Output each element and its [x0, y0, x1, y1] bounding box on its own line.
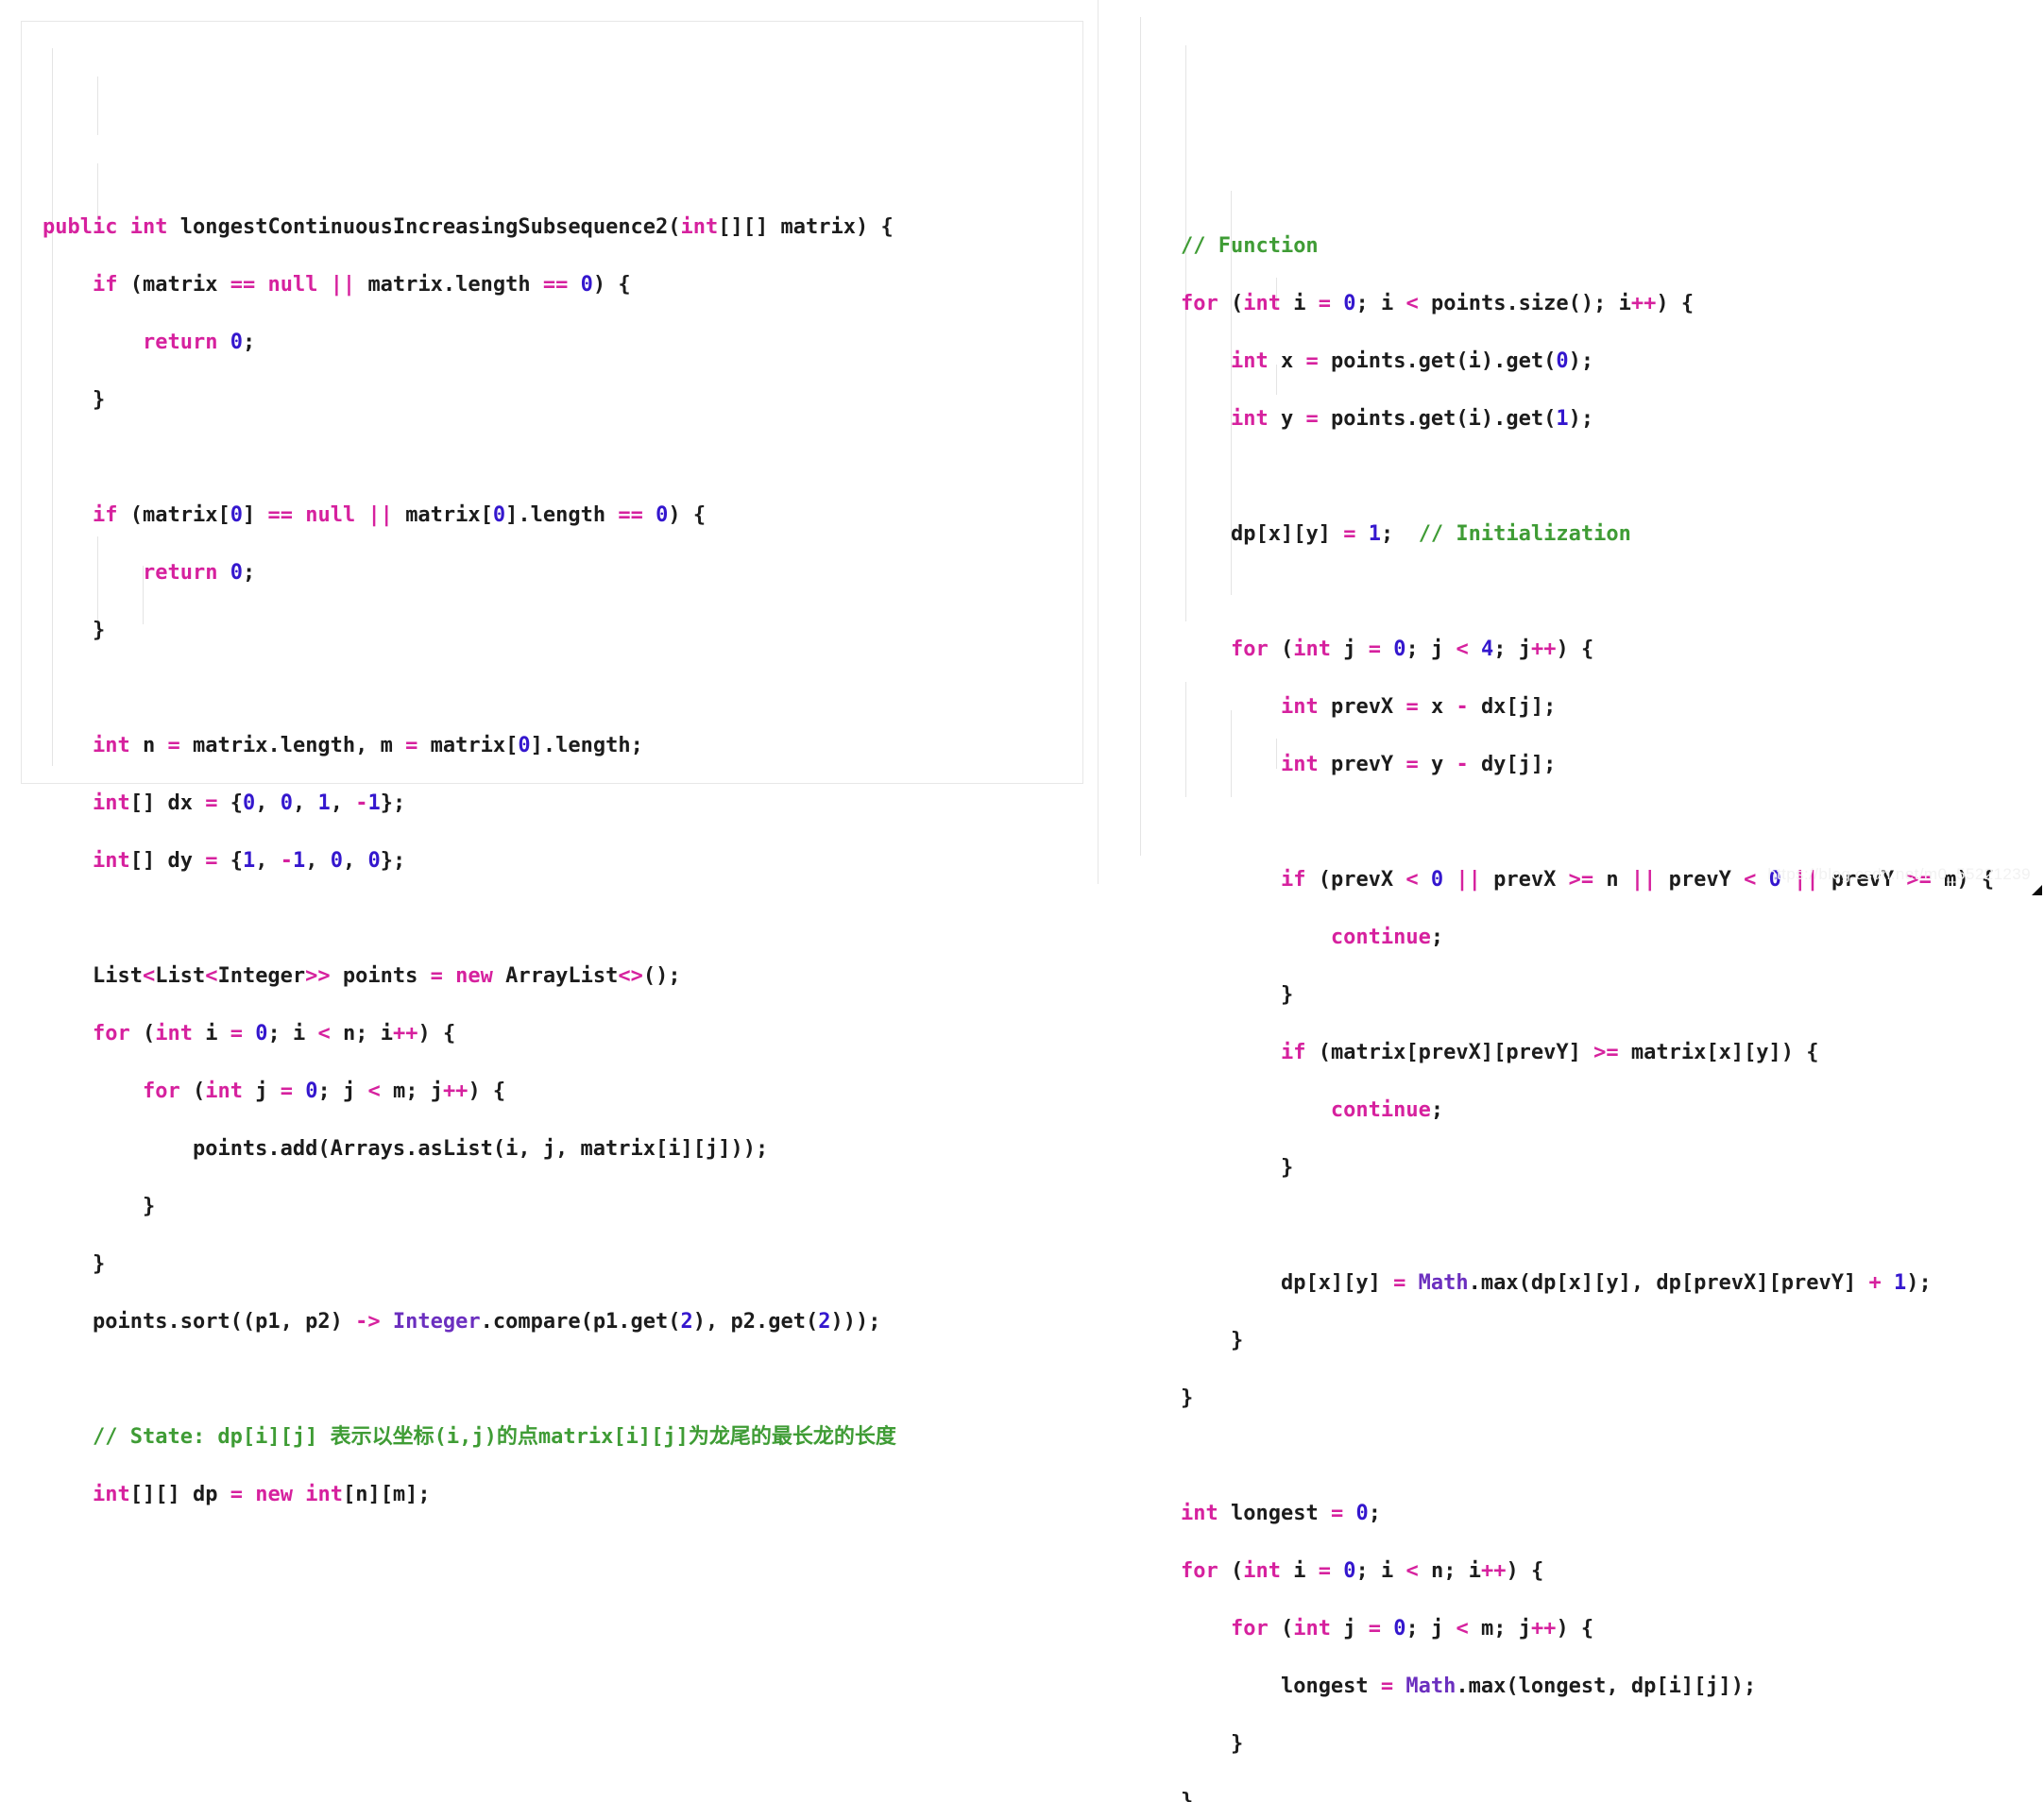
- watermark-url: https://blog.csdn.net/m0_55221239: [1767, 865, 2031, 884]
- right-code-text: // Function for (int i = 0; i < points.s…: [1099, 194, 2044, 1802]
- watermark-corner-marker: [2032, 885, 2042, 895]
- code-line: int prevY = y - dy[j];: [1131, 751, 2044, 780]
- code-line: for (int i = 0; i < n; i++) {: [1131, 1557, 2044, 1587]
- code-line: if (matrix == null || matrix.length == 0…: [43, 271, 1082, 300]
- code-line: [1131, 1212, 2044, 1241]
- code-line: }: [43, 386, 1082, 416]
- code-line: // Function: [1131, 232, 2044, 262]
- code-line: int[] dy = {1, -1, 0, 0};: [43, 847, 1082, 876]
- code-line: dp[x][y] = Math.max(dp[x][y], dp[prevX][…: [1131, 1269, 2044, 1299]
- code-line: [43, 444, 1082, 473]
- code-line: int x = points.get(i).get(0);: [1131, 348, 2044, 377]
- code-line: List<List<Integer>> points = new ArrayLi…: [43, 962, 1082, 992]
- code-line: }: [1131, 1327, 2044, 1356]
- code-line: for (int i = 0; i < n; i++) {: [43, 1020, 1082, 1049]
- code-line: return 0;: [43, 329, 1082, 358]
- code-line: [43, 1366, 1082, 1395]
- code-line: int y = points.get(i).get(1);: [1131, 405, 2044, 434]
- code-line: }: [43, 1193, 1082, 1222]
- code-line: if (matrix[prevX][prevY] >= matrix[x][y]…: [1131, 1039, 2044, 1068]
- code-line: points.sort((p1, p2) -> Integer.compare(…: [43, 1308, 1082, 1337]
- code-line: for (int j = 0; j < 4; j++) {: [1131, 636, 2044, 665]
- code-line: for (int j = 0; j < m; j++) {: [43, 1078, 1082, 1107]
- code-line: }: [1131, 1154, 2044, 1183]
- indent-guide: [97, 76, 98, 135]
- code-line: }: [43, 1250, 1082, 1280]
- code-line: int prevX = x - dx[j];: [1131, 693, 2044, 722]
- code-line: int n = matrix.length, m = matrix[0].len…: [43, 732, 1082, 761]
- code-line: if (matrix[0] == null || matrix[0].lengt…: [43, 502, 1082, 531]
- code-line: [1131, 808, 2044, 838]
- code-line: points.add(Arrays.asList(i, j, matrix[i]…: [43, 1135, 1082, 1164]
- code-line: continue;: [1131, 924, 2044, 953]
- code-line: [43, 674, 1082, 704]
- code-line: // State: dp[i][j] 表示以坐标(i,j)的点matrix[i]…: [43, 1423, 1082, 1453]
- code-line: }: [1131, 981, 2044, 1011]
- code-line: dp[x][y] = 1; // Initialization: [1131, 520, 2044, 550]
- left-code-text: public int longestContinuousIncreasingSu…: [22, 165, 1082, 1567]
- code-line: }: [1131, 1788, 2044, 1802]
- code-line: int[][] dp = new int[n][m];: [43, 1481, 1082, 1510]
- code-line: [1131, 463, 2044, 492]
- right-code-panel: // Function for (int i = 0; i < points.s…: [1098, 0, 2044, 884]
- code-line: [1131, 578, 2044, 607]
- code-line: [1131, 1442, 2044, 1471]
- code-line: for (int i = 0; i < points.size(); i++) …: [1131, 290, 2044, 319]
- code-line: int[] dx = {0, 0, 1, -1};: [43, 790, 1082, 819]
- code-line: continue;: [1131, 1096, 2044, 1126]
- code-line: longest = Math.max(longest, dp[i][j]);: [1131, 1673, 2044, 1702]
- code-line: [43, 905, 1082, 934]
- code-line: }: [43, 617, 1082, 646]
- code-line: return 0;: [43, 559, 1082, 588]
- code-line: int longest = 0;: [1131, 1500, 2044, 1529]
- left-code-panel: public int longestContinuousIncreasingSu…: [21, 21, 1083, 784]
- code-line: for (int j = 0; j < m; j++) {: [1131, 1615, 2044, 1644]
- code-line: }: [1131, 1730, 2044, 1760]
- code-line: public int longestContinuousIncreasingSu…: [43, 213, 1082, 243]
- code-line: }: [1131, 1385, 2044, 1414]
